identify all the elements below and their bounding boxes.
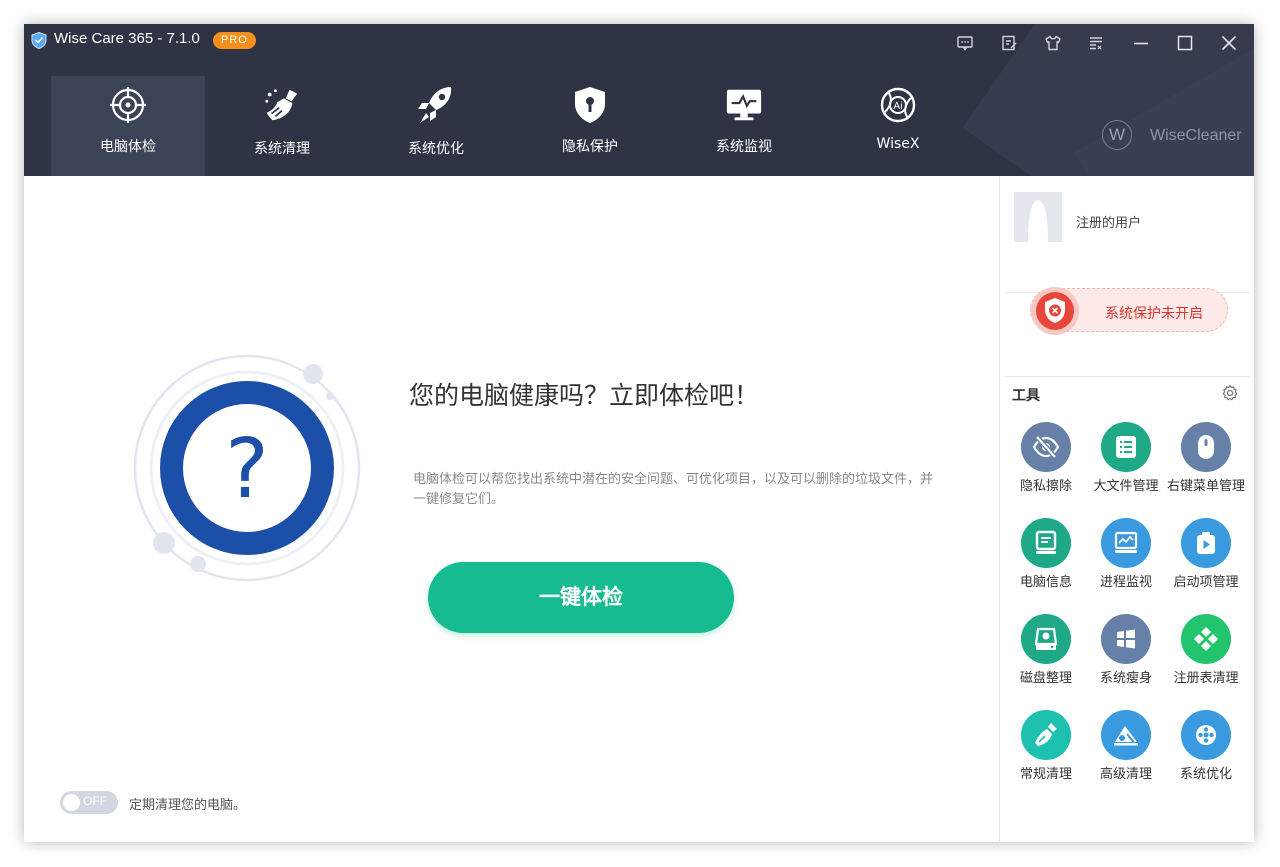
shirt-icon [1045,35,1061,51]
app-title: Wise Care 365 - 7.1.0 [54,30,200,47]
maximize-button[interactable] [1172,30,1198,56]
protection-status-text: 系统保护未开启 [1105,306,1203,322]
edit-button[interactable] [996,30,1022,56]
tool-context-menu-manager[interactable]: 右键菜单管理 [1166,422,1246,518]
tool-startup-manager[interactable]: 启动项管理 [1166,518,1246,614]
tools-grid: 隐私擦除 大文件管理 右键菜单管理 电脑信息 进程监视 启动项管理 磁盘整理 系… [1006,422,1246,806]
tool-computer-info[interactable]: 电脑信息 [1006,518,1086,614]
toggle-label: 定期清理您的电脑。 [129,798,247,813]
schedule-clean-toggle[interactable]: OFF [60,791,118,814]
broom-icon [265,89,298,121]
quick-scan-button[interactable]: 一键体检 [428,562,734,633]
advanced-clean-icon [1114,726,1138,746]
tool-label: 系统瘦身 [1099,671,1152,686]
tool-disk-defrag[interactable]: 磁盘整理 [1006,614,1086,710]
app-window: Wise Care 365 - 7.1.0 PRO 电脑体检 系统清理 系统优化… [24,24,1254,842]
chat-icon [957,36,973,51]
avatar[interactable] [1014,192,1062,242]
nav-label: 隐私保护 [562,139,618,155]
mouse-icon [1198,435,1214,459]
disk-icon [1034,627,1058,650]
nav-label: WiseX [876,136,920,152]
tool-label: 电脑信息 [1019,575,1072,590]
wisecleaner-logo-icon: W [1102,120,1132,150]
ai-icon: Ai [880,87,916,123]
monitor-icon [726,89,762,121]
tool-large-file-manager[interactable]: 大文件管理 [1086,422,1166,518]
tools-title: 工具 [1012,388,1040,404]
optimize-icon [1196,725,1216,745]
divider [1005,376,1250,377]
nav-label: 系统优化 [408,141,464,157]
question-mark: ? [225,422,269,517]
tool-label: 磁盘整理 [1019,671,1072,686]
tool-label: 启动项管理 [1173,575,1239,590]
user-name: 注册的用户 [1076,216,1142,231]
tool-system-slimming[interactable]: 系统瘦身 [1086,614,1166,710]
main-nav: 电脑体检 系统清理 系统优化 隐私保护 系统监视 Ai WiseX [51,76,975,176]
tool-label: 高级清理 [1099,767,1152,782]
close-button[interactable] [1216,30,1242,56]
computer-info-icon [1035,530,1057,554]
main-panel: ? 您的电脑健康吗？立即体检吧！ 电脑体检可以帮您找出系统中潜在的安全问题、可优… [24,176,999,842]
tool-system-optimize[interactable]: 系统优化 [1166,710,1246,806]
minimize-icon [1134,42,1148,45]
tool-label: 右键菜单管理 [1166,479,1245,494]
target-icon [110,87,146,123]
gear-icon[interactable] [1221,384,1239,402]
close-icon [1221,35,1237,51]
title-bar: Wise Care 365 - 7.1.0 PRO [24,24,1254,58]
tool-advanced-clean[interactable]: 高级清理 [1086,710,1166,806]
nav-item-privacy[interactable]: 隐私保护 [513,76,667,176]
process-monitor-icon [1114,531,1138,553]
nav-label: 系统清理 [254,141,310,157]
nav-item-clean[interactable]: 系统清理 [205,76,359,176]
startup-icon [1197,532,1215,554]
tool-label: 系统优化 [1179,767,1232,782]
shield-lock-icon [575,87,605,123]
file-list-icon [1116,436,1136,458]
shield-alert-icon [1031,287,1079,335]
svg-text:Ai: Ai [894,101,903,112]
nav-item-monitor[interactable]: 系统监视 [667,76,821,176]
eye-slash-icon [1032,435,1060,459]
nav-item-wisex[interactable]: Ai WiseX [821,76,975,176]
tool-privacy-eraser[interactable]: 隐私擦除 [1006,422,1086,518]
tool-registry-cleaner[interactable]: 注册表清理 [1166,614,1246,710]
app-logo-icon [31,32,47,49]
edit-icon [1002,35,1017,51]
user-icon [1014,192,1062,242]
maximize-icon [1177,35,1193,51]
header: Wise Care 365 - 7.1.0 PRO 电脑体检 系统清理 系统优化… [24,24,1254,176]
tool-label: 隐私擦除 [1019,479,1072,494]
menu-icon [1090,37,1102,50]
tool-process-monitor[interactable]: 进程监视 [1086,518,1166,614]
rocket-icon [418,87,452,123]
brush-icon [1035,723,1057,746]
windows-icon [1117,629,1135,649]
toggle-knob [63,794,80,811]
wisecleaner-brand: WiseCleaner [1150,127,1242,144]
pro-badge: PRO [213,32,256,49]
nav-label: 系统监视 [716,139,772,155]
nav-item-checkup[interactable]: 电脑体检 [51,76,205,176]
skin-button[interactable] [1040,30,1066,56]
tool-label: 进程监视 [1099,575,1152,590]
tool-regular-clean[interactable]: 常规清理 [1006,710,1086,806]
nav-item-optimize[interactable]: 系统优化 [359,76,513,176]
health-question-graphic: ? [133,354,361,582]
tool-label: 大文件管理 [1093,479,1159,494]
page-title: 您的电脑健康吗？立即体检吧！ [409,381,760,410]
nav-label: 电脑体检 [100,139,156,155]
right-panel: 注册的用户 系统保护未开启 工具 隐私擦除 大文件管理 右键菜单管理 电脑信息 … [999,176,1254,842]
toggle-state: OFF [83,794,107,808]
tool-label: 常规清理 [1019,767,1072,782]
registry-icon [1194,627,1218,651]
feedback-button[interactable] [952,30,978,56]
menu-button[interactable] [1083,30,1109,56]
description: 电脑体检可以帮您找出系统中潜在的安全问题、可优化项目，以及可以删除的垃圾文件，并… [413,472,934,507]
tool-label: 注册表清理 [1173,671,1239,686]
minimize-button[interactable] [1128,30,1154,56]
